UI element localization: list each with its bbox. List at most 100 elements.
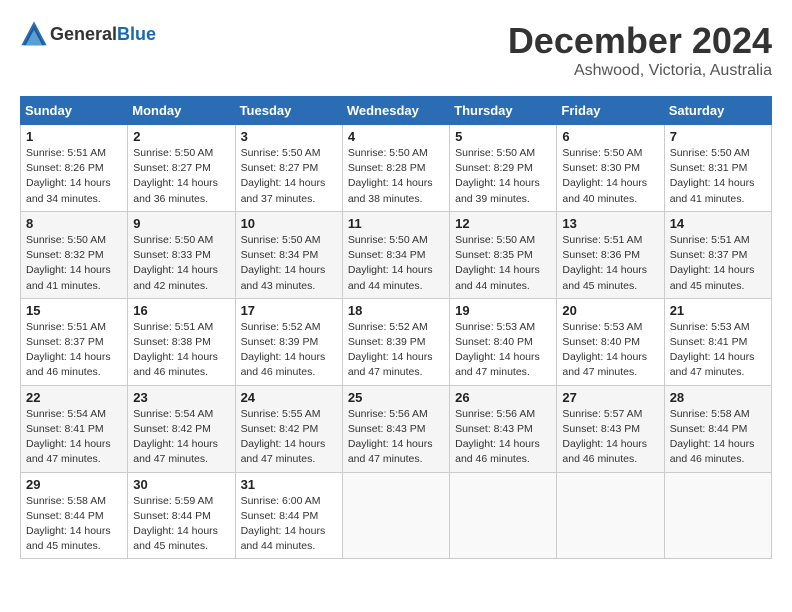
calendar-cell: 28 Sunrise: 5:58 AMSunset: 8:44 PMDayligh… bbox=[664, 385, 771, 472]
day-info: Sunrise: 5:58 AMSunset: 8:44 PMDaylight:… bbox=[670, 407, 766, 468]
day-number: 2 bbox=[133, 129, 229, 144]
day-info: Sunrise: 5:52 AMSunset: 8:39 PMDaylight:… bbox=[348, 320, 444, 381]
day-info: Sunrise: 5:50 AMSunset: 8:34 PMDaylight:… bbox=[241, 233, 337, 294]
day-number: 17 bbox=[241, 303, 337, 318]
calendar-cell: 27 Sunrise: 5:57 AMSunset: 8:43 PMDayligh… bbox=[557, 385, 664, 472]
calendar-cell: 26 Sunrise: 5:56 AMSunset: 8:43 PMDayligh… bbox=[450, 385, 557, 472]
calendar-cell: 31 Sunrise: 6:00 AMSunset: 8:44 PMDayligh… bbox=[235, 472, 342, 559]
calendar-cell: 21Sunrise: 5:53 AMSunset: 8:41 PMDayligh… bbox=[664, 298, 771, 385]
day-info: Sunrise: 5:51 AMSunset: 8:38 PMDaylight:… bbox=[133, 320, 229, 381]
day-info: Sunrise: 5:51 AMSunset: 8:36 PMDaylight:… bbox=[562, 233, 658, 294]
calendar-cell: 4 Sunrise: 5:50 AMSunset: 8:28 PMDaylight… bbox=[342, 125, 449, 212]
day-info: Sunrise: 5:53 AMSunset: 8:40 PMDaylight:… bbox=[562, 320, 658, 381]
day-info: Sunrise: 6:00 AMSunset: 8:44 PMDaylight:… bbox=[241, 494, 337, 555]
calendar-cell: 15 Sunrise: 5:51 AMSunset: 8:37 PMDayligh… bbox=[21, 298, 128, 385]
day-number: 5 bbox=[455, 129, 551, 144]
weekday-header-thursday: Thursday bbox=[450, 97, 557, 125]
day-info: Sunrise: 5:51 AMSunset: 8:26 PMDaylight:… bbox=[26, 146, 122, 207]
day-number: 20 bbox=[562, 303, 658, 318]
day-number: 8 bbox=[26, 216, 122, 231]
day-number: 14 bbox=[670, 216, 766, 231]
calendar-cell bbox=[557, 472, 664, 559]
day-number: 18 bbox=[348, 303, 444, 318]
calendar-cell: 9Sunrise: 5:50 AMSunset: 8:33 PMDaylight… bbox=[128, 211, 235, 298]
calendar-cell: 10 Sunrise: 5:50 AMSunset: 8:34 PMDayligh… bbox=[235, 211, 342, 298]
day-number: 13 bbox=[562, 216, 658, 231]
calendar-cell: 17 Sunrise: 5:52 AMSunset: 8:39 PMDayligh… bbox=[235, 298, 342, 385]
title-block: December 2024 Ashwood, Victoria, Austral… bbox=[508, 20, 772, 80]
calendar-week-row: 22 Sunrise: 5:54 AMSunset: 8:41 PMDayligh… bbox=[21, 385, 772, 472]
day-info: Sunrise: 5:50 AMSunset: 8:28 PMDaylight:… bbox=[348, 146, 444, 207]
calendar-cell bbox=[664, 472, 771, 559]
logo-icon bbox=[20, 20, 48, 48]
calendar-cell: 16Sunrise: 5:51 AMSunset: 8:38 PMDayligh… bbox=[128, 298, 235, 385]
day-number: 10 bbox=[241, 216, 337, 231]
calendar-cell: 13 Sunrise: 5:51 AMSunset: 8:36 PMDayligh… bbox=[557, 211, 664, 298]
calendar-week-row: 15 Sunrise: 5:51 AMSunset: 8:37 PMDayligh… bbox=[21, 298, 772, 385]
calendar-week-row: 29 Sunrise: 5:58 AMSunset: 8:44 PMDayligh… bbox=[21, 472, 772, 559]
day-number: 28 bbox=[670, 390, 766, 405]
weekday-header-row: SundayMondayTuesdayWednesdayThursdayFrid… bbox=[21, 97, 772, 125]
day-number: 3 bbox=[241, 129, 337, 144]
calendar-cell: 3 Sunrise: 5:50 AMSunset: 8:27 PMDaylight… bbox=[235, 125, 342, 212]
day-info: Sunrise: 5:52 AMSunset: 8:39 PMDaylight:… bbox=[241, 320, 337, 381]
weekday-header-sunday: Sunday bbox=[21, 97, 128, 125]
calendar-cell: 22 Sunrise: 5:54 AMSunset: 8:41 PMDayligh… bbox=[21, 385, 128, 472]
day-info: Sunrise: 5:53 AMSunset: 8:40 PMDaylight:… bbox=[455, 320, 551, 381]
calendar-cell: 7Sunrise: 5:50 AMSunset: 8:31 PMDaylight… bbox=[664, 125, 771, 212]
calendar-cell: 29 Sunrise: 5:58 AMSunset: 8:44 PMDayligh… bbox=[21, 472, 128, 559]
calendar-cell: 2Sunrise: 5:50 AMSunset: 8:27 PMDaylight… bbox=[128, 125, 235, 212]
day-number: 31 bbox=[241, 477, 337, 492]
day-info: Sunrise: 5:57 AMSunset: 8:43 PMDaylight:… bbox=[562, 407, 658, 468]
weekday-header-friday: Friday bbox=[557, 97, 664, 125]
day-info: Sunrise: 5:56 AMSunset: 8:43 PMDaylight:… bbox=[348, 407, 444, 468]
day-info: Sunrise: 5:51 AMSunset: 8:37 PMDaylight:… bbox=[26, 320, 122, 381]
calendar-cell: 11 Sunrise: 5:50 AMSunset: 8:34 PMDayligh… bbox=[342, 211, 449, 298]
day-number: 27 bbox=[562, 390, 658, 405]
logo-text-blue: Blue bbox=[117, 24, 156, 44]
day-number: 22 bbox=[26, 390, 122, 405]
day-info: Sunrise: 5:50 AMSunset: 8:30 PMDaylight:… bbox=[562, 146, 658, 207]
day-number: 25 bbox=[348, 390, 444, 405]
calendar-cell: 25 Sunrise: 5:56 AMSunset: 8:43 PMDayligh… bbox=[342, 385, 449, 472]
day-number: 9 bbox=[133, 216, 229, 231]
day-info: Sunrise: 5:59 AMSunset: 8:44 PMDaylight:… bbox=[133, 494, 229, 555]
day-info: Sunrise: 5:56 AMSunset: 8:43 PMDaylight:… bbox=[455, 407, 551, 468]
month-title: December 2024 bbox=[508, 20, 772, 62]
day-number: 23 bbox=[133, 390, 229, 405]
day-number: 19 bbox=[455, 303, 551, 318]
day-number: 24 bbox=[241, 390, 337, 405]
weekday-header-tuesday: Tuesday bbox=[235, 97, 342, 125]
day-number: 15 bbox=[26, 303, 122, 318]
calendar-cell: 1 Sunrise: 5:51 AMSunset: 8:26 PMDaylight… bbox=[21, 125, 128, 212]
day-number: 1 bbox=[26, 129, 122, 144]
day-info: Sunrise: 5:50 AMSunset: 8:34 PMDaylight:… bbox=[348, 233, 444, 294]
day-number: 12 bbox=[455, 216, 551, 231]
calendar-cell: 6Sunrise: 5:50 AMSunset: 8:30 PMDaylight… bbox=[557, 125, 664, 212]
page-header: GeneralBlue December 2024 Ashwood, Victo… bbox=[20, 20, 772, 80]
day-info: Sunrise: 5:50 AMSunset: 8:35 PMDaylight:… bbox=[455, 233, 551, 294]
calendar-cell: 14Sunrise: 5:51 AMSunset: 8:37 PMDayligh… bbox=[664, 211, 771, 298]
location-title: Ashwood, Victoria, Australia bbox=[508, 62, 772, 80]
logo: GeneralBlue bbox=[20, 20, 156, 48]
calendar-cell: 12 Sunrise: 5:50 AMSunset: 8:35 PMDayligh… bbox=[450, 211, 557, 298]
day-number: 26 bbox=[455, 390, 551, 405]
calendar-cell: 19 Sunrise: 5:53 AMSunset: 8:40 PMDayligh… bbox=[450, 298, 557, 385]
calendar-cell: 8Sunrise: 5:50 AMSunset: 8:32 PMDaylight… bbox=[21, 211, 128, 298]
calendar-cell bbox=[342, 472, 449, 559]
calendar-cell: 30 Sunrise: 5:59 AMSunset: 8:44 PMDayligh… bbox=[128, 472, 235, 559]
calendar-cell: 20 Sunrise: 5:53 AMSunset: 8:40 PMDayligh… bbox=[557, 298, 664, 385]
day-number: 30 bbox=[133, 477, 229, 492]
day-number: 11 bbox=[348, 216, 444, 231]
weekday-header-wednesday: Wednesday bbox=[342, 97, 449, 125]
day-info: Sunrise: 5:58 AMSunset: 8:44 PMDaylight:… bbox=[26, 494, 122, 555]
day-number: 29 bbox=[26, 477, 122, 492]
day-info: Sunrise: 5:54 AMSunset: 8:42 PMDaylight:… bbox=[133, 407, 229, 468]
logo-text-general: General bbox=[50, 24, 117, 44]
day-info: Sunrise: 5:55 AMSunset: 8:42 PMDaylight:… bbox=[241, 407, 337, 468]
day-info: Sunrise: 5:54 AMSunset: 8:41 PMDaylight:… bbox=[26, 407, 122, 468]
day-info: Sunrise: 5:50 AMSunset: 8:27 PMDaylight:… bbox=[241, 146, 337, 207]
calendar-cell: 23 Sunrise: 5:54 AMSunset: 8:42 PMDayligh… bbox=[128, 385, 235, 472]
calendar: SundayMondayTuesdayWednesdayThursdayFrid… bbox=[20, 96, 772, 559]
day-number: 4 bbox=[348, 129, 444, 144]
